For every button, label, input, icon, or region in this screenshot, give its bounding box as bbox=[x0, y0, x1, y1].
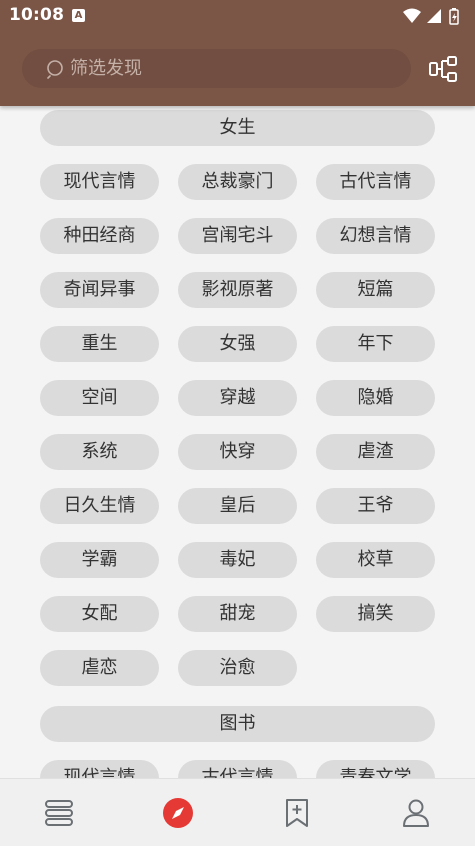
top-bar: 10:08 A 筛选发现 bbox=[0, 0, 475, 106]
section-header-female[interactable]: 女生 bbox=[40, 110, 435, 146]
discover-content[interactable]: 女生 现代言情 总裁豪门 古代言情 种田经商 宫闱宅斗 幻想言情 奇闻异事 影视… bbox=[0, 106, 475, 778]
tag-chip[interactable]: 系统 bbox=[40, 434, 159, 470]
person-icon[interactable] bbox=[400, 797, 432, 829]
tag-chip[interactable]: 王爷 bbox=[316, 488, 435, 524]
tag-chip[interactable]: 虐渣 bbox=[316, 434, 435, 470]
tag-chip[interactable]: 重生 bbox=[40, 326, 159, 362]
tag-chip[interactable]: 毒妃 bbox=[178, 542, 297, 578]
tag-chip[interactable]: 甜宠 bbox=[178, 596, 297, 632]
tag-chip[interactable]: 快穿 bbox=[178, 434, 297, 470]
battery-icon bbox=[449, 8, 459, 25]
tag-chip[interactable]: 搞笑 bbox=[316, 596, 435, 632]
tag-chip[interactable]: 空间 bbox=[40, 380, 159, 416]
tag-chip[interactable]: 古代言情 bbox=[316, 164, 435, 200]
tag-chip[interactable]: 穿越 bbox=[178, 380, 297, 416]
tag-chip[interactable]: 女配 bbox=[40, 596, 159, 632]
bookmark-add-icon[interactable] bbox=[281, 797, 313, 829]
signal-icon bbox=[427, 9, 441, 23]
tag-chip[interactable]: 学霸 bbox=[40, 542, 159, 578]
tag-chip[interactable]: 现代言情 bbox=[40, 164, 159, 200]
bottom-nav bbox=[0, 778, 475, 846]
tag-chip[interactable]: 总裁豪门 bbox=[178, 164, 297, 200]
tag-chip[interactable]: 治愈 bbox=[178, 650, 297, 686]
section-header-books[interactable]: 图书 bbox=[40, 706, 435, 742]
tag-chip[interactable]: 年下 bbox=[316, 326, 435, 362]
tag-chip[interactable]: 现代言情 bbox=[40, 760, 159, 778]
tag-chip[interactable]: 影视原著 bbox=[178, 272, 297, 308]
tag-chip[interactable]: 隐婚 bbox=[316, 380, 435, 416]
tag-grid-female: 现代言情 总裁豪门 古代言情 种田经商 宫闱宅斗 幻想言情 奇闻异事 影视原著 … bbox=[40, 164, 440, 686]
tag-chip[interactable]: 宫闱宅斗 bbox=[178, 218, 297, 254]
tag-chip[interactable]: 古代言情 bbox=[178, 760, 297, 778]
books-icon[interactable] bbox=[43, 797, 75, 829]
tag-grid-books: 现代言情 古代言情 青春文学 bbox=[40, 760, 440, 778]
compass-icon[interactable] bbox=[162, 797, 194, 829]
search-icon bbox=[47, 60, 63, 79]
tag-chip[interactable]: 奇闻异事 bbox=[40, 272, 159, 308]
tag-chip[interactable]: 女强 bbox=[178, 326, 297, 362]
tag-chip[interactable]: 日久生情 bbox=[40, 488, 159, 524]
tag-chip[interactable]: 校草 bbox=[316, 542, 435, 578]
filter-tree-icon[interactable] bbox=[428, 55, 458, 83]
tag-chip[interactable]: 短篇 bbox=[316, 272, 435, 308]
tag-chip[interactable]: 虐恋 bbox=[40, 650, 159, 686]
search-input[interactable]: 筛选发现 bbox=[70, 49, 390, 88]
wifi-icon bbox=[403, 8, 421, 23]
notification-icon: A bbox=[72, 9, 85, 22]
tag-chip[interactable]: 幻想言情 bbox=[316, 218, 435, 254]
tag-chip[interactable]: 青春文学 bbox=[316, 760, 435, 778]
status-bar: 10:08 A bbox=[0, 0, 475, 32]
tag-chip[interactable]: 皇后 bbox=[178, 488, 297, 524]
status-time: 10:08 bbox=[9, 5, 65, 25]
search-box[interactable]: 筛选发现 bbox=[22, 49, 411, 88]
tag-chip[interactable]: 种田经商 bbox=[40, 218, 159, 254]
status-icons bbox=[403, 8, 459, 25]
